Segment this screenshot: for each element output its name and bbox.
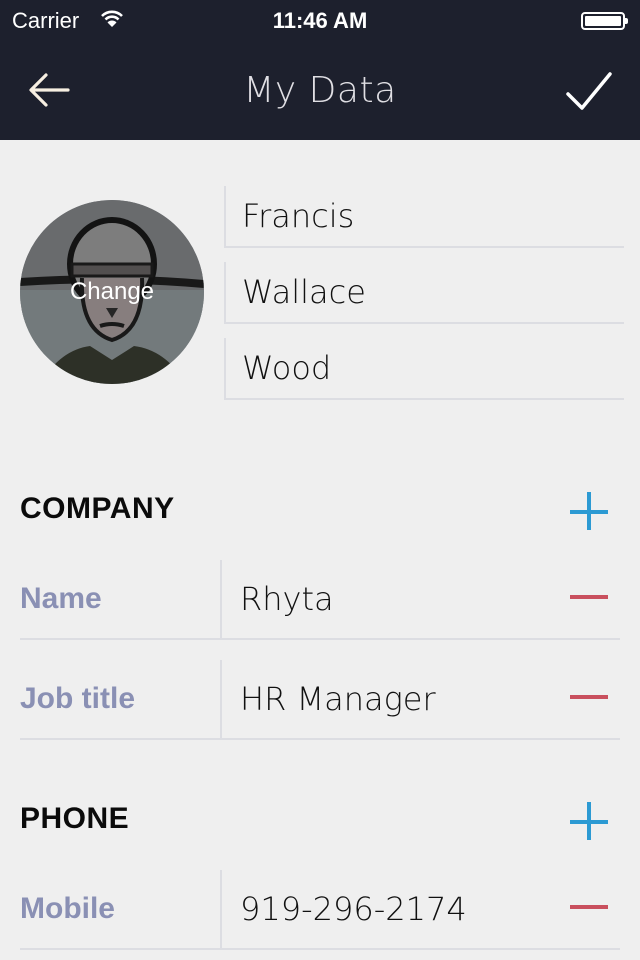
job-title-field[interactable]: HR Manager — [240, 680, 436, 718]
company-name-row: Name Rhyta — [20, 560, 620, 640]
phone-section-title: PHONE — [20, 802, 130, 835]
remove-mobile-button[interactable] — [570, 892, 610, 922]
row-label: Name — [20, 582, 102, 615]
job-title-row: Job title HR Manager — [20, 660, 620, 740]
mobile-row: Mobile 919-296-2174 — [20, 870, 620, 950]
divider — [220, 660, 222, 738]
row-label: Job title — [20, 682, 136, 715]
avatar[interactable]: Change — [20, 200, 204, 384]
page-title: My Data — [243, 70, 397, 111]
remove-company-name-button[interactable] — [570, 582, 610, 612]
checkmark-icon — [566, 72, 612, 110]
company-name-field[interactable]: Rhyta — [240, 580, 334, 618]
done-button[interactable] — [560, 68, 616, 116]
clock: 11:46 AM — [272, 8, 368, 33]
company-section-title: COMPANY — [20, 492, 175, 525]
add-company-button[interactable] — [570, 492, 610, 532]
row-label: Mobile — [20, 892, 115, 925]
remove-job-title-button[interactable] — [570, 682, 610, 712]
divider — [220, 870, 222, 948]
navigation-bar: My Data — [0, 40, 640, 140]
status-bar: Carrier 11:46 AM — [0, 0, 640, 40]
mobile-phone-field[interactable]: 919-296-2174 — [240, 890, 467, 928]
header: Carrier 11:46 AM My Data — [0, 0, 640, 140]
add-phone-button[interactable] — [570, 802, 610, 842]
change-photo-label[interactable]: Change — [20, 278, 204, 306]
last-name-field[interactable]: Wood — [224, 338, 624, 400]
first-name-field[interactable]: Francis — [224, 186, 624, 248]
middle-name-field[interactable]: Wallace — [224, 262, 624, 324]
battery-icon — [581, 12, 628, 30]
divider — [220, 560, 222, 638]
